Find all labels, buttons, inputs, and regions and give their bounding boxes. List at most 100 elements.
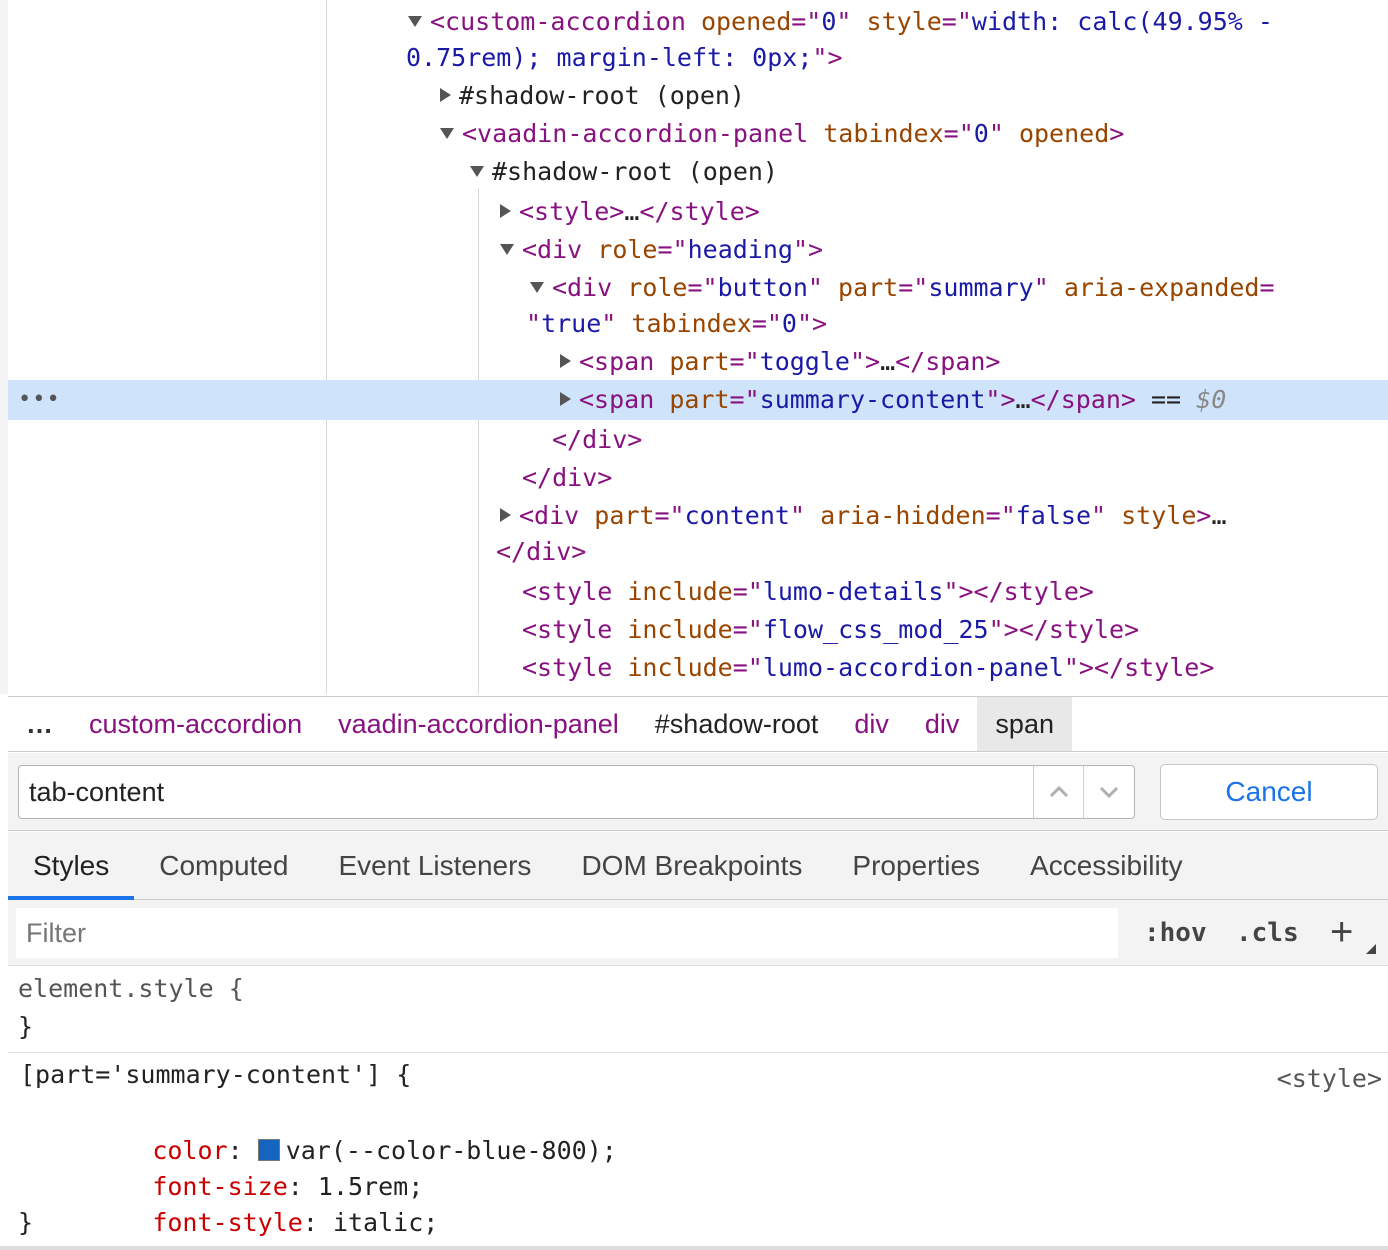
dom-token: <style: [522, 653, 628, 682]
element-style-rule[interactable]: element.style { }: [8, 967, 1388, 1053]
breadcrumb-span[interactable]: span: [977, 697, 1072, 751]
sidebar-tabs: Styles Computed Event Listeners DOM Brea…: [8, 832, 1388, 900]
dom-node-line[interactable]: </div>: [8, 460, 1388, 498]
search-input[interactable]: tab-content: [18, 765, 1135, 819]
expand-triangle-down-icon[interactable]: [500, 243, 514, 255]
dom-token: part: [838, 273, 899, 302]
dom-node-line[interactable]: </div>: [8, 534, 1388, 572]
dom-token: =": [729, 347, 760, 376]
new-style-rule-menu-icon[interactable]: [1366, 944, 1376, 954]
tab-dom-breakpoints[interactable]: DOM Breakpoints: [556, 832, 827, 899]
dom-node-line[interactable]: <custom-accordion opened="0" style="widt…: [8, 4, 1388, 42]
dom-token: #shadow-root (open): [492, 157, 778, 186]
dom-token: </span>: [895, 347, 1001, 376]
dom-node-line[interactable]: #shadow-root (open): [8, 78, 1388, 116]
dom-token: ==: [1135, 385, 1197, 414]
tab-event-listeners[interactable]: Event Listeners: [313, 832, 556, 899]
elements-dom-tree[interactable]: <custom-accordion opened="0" style="widt…: [0, 0, 1388, 694]
tab-accessibility[interactable]: Accessibility: [1005, 832, 1207, 899]
dom-node-line[interactable]: <vaadin-accordion-panel tabindex="0" ope…: [8, 116, 1388, 154]
rule-source-link[interactable]: <style>: [1277, 1061, 1382, 1097]
dom-token: <span: [579, 385, 670, 414]
expand-triangle-right-icon[interactable]: [560, 354, 571, 368]
dom-token: toggle: [759, 347, 850, 376]
search-prev-button[interactable]: [1033, 766, 1083, 818]
declaration-font-style-value[interactable]: italic;: [333, 1208, 438, 1237]
dom-node-line[interactable]: </div>: [8, 422, 1388, 460]
dom-node-line[interactable]: <div part="content" aria-hidden="false" …: [8, 498, 1388, 536]
dom-node-line[interactable]: 0.75rem); margin-left: 0px;">: [8, 40, 1388, 78]
dom-node-line[interactable]: <div role="button" part="summary" aria-e…: [8, 270, 1388, 308]
dom-node-line[interactable]: "true" tabindex="0">: [8, 306, 1388, 344]
dom-node-line[interactable]: <div role="heading">: [8, 232, 1388, 270]
tab-computed[interactable]: Computed: [134, 832, 313, 899]
dom-token: =": [729, 385, 760, 414]
rule-selector[interactable]: [part='summary-content'] {: [20, 1057, 411, 1093]
dom-token: aria-hidden: [820, 501, 986, 530]
dom-token: heading: [687, 235, 793, 264]
expand-triangle-down-icon[interactable]: [440, 127, 454, 139]
dom-token: "></style>: [943, 577, 1094, 606]
dom-token: <div: [519, 501, 595, 530]
cancel-button[interactable]: Cancel: [1160, 764, 1378, 820]
expand-triangle-down-icon[interactable]: [408, 15, 422, 27]
dom-token: include: [627, 615, 733, 644]
breadcrumb-shadow-root[interactable]: #shadow-root: [637, 697, 837, 751]
search-next-button[interactable]: [1083, 766, 1133, 818]
dom-node-line[interactable]: <span part="toggle">…</span>: [8, 344, 1388, 382]
rule-close: }: [18, 1208, 34, 1237]
dom-token: </span>: [1030, 385, 1136, 414]
dom-token: <style>: [519, 197, 625, 226]
dom-token: "></style>: [1063, 653, 1215, 682]
breadcrumb-custom-accordion[interactable]: custom-accordion: [71, 697, 320, 751]
breadcrumb-div-button[interactable]: div: [907, 697, 978, 751]
dom-token: width: calc(49.95% -: [971, 7, 1273, 36]
dom-token: include: [627, 577, 733, 606]
dom-token: "></style>: [988, 615, 1140, 644]
dom-node-selected[interactable]: ••• <span part="summary-content">…</span>…: [8, 380, 1388, 420]
summary-content-rule[interactable]: [part='summary-content'] { color: var(--…: [8, 1055, 1388, 1250]
dom-node-line[interactable]: #shadow-root (open): [8, 154, 1388, 192]
expand-triangle-right-icon[interactable]: [440, 88, 451, 102]
expand-triangle-right-icon[interactable]: [500, 508, 511, 522]
new-style-rule-button[interactable]: +: [1330, 900, 1353, 964]
dom-node-line[interactable]: <style include="lumo-details"></style>: [8, 574, 1388, 612]
declaration-font-style-property[interactable]: font-style: [152, 1208, 303, 1237]
element-style-close: }: [18, 1012, 34, 1041]
dom-node-line[interactable]: <style include="lumo-accordion-panel"></…: [8, 650, 1388, 688]
dom-token: false: [1015, 501, 1092, 530]
dom-token: …: [1015, 385, 1031, 414]
node-actions-ellipsis-icon[interactable]: •••: [18, 380, 61, 420]
dom-token: =": [732, 653, 763, 682]
filter-placeholder: Filter: [26, 918, 86, 948]
cls-toggle-button[interactable]: .cls: [1236, 900, 1299, 966]
dom-token: ": [988, 119, 1019, 148]
hov-toggle-button[interactable]: :hov: [1144, 900, 1207, 966]
dom-token: =": [791, 7, 822, 36]
dom-token: ">: [792, 235, 824, 264]
expand-triangle-right-icon[interactable]: [560, 392, 571, 406]
dom-token: </style>: [639, 197, 760, 226]
dom-token: =": [985, 501, 1016, 530]
tab-styles[interactable]: Styles: [8, 832, 135, 900]
breadcrumb-vaadin-accordion-panel[interactable]: vaadin-accordion-panel: [320, 697, 637, 751]
dom-token: role: [627, 273, 688, 302]
declaration-font-style[interactable]: font-style: italic;: [62, 1169, 438, 1250]
pane-bottom-border: [0, 1246, 1388, 1250]
dom-token: <div: [522, 235, 598, 264]
expand-triangle-down-icon[interactable]: [470, 165, 484, 177]
breadcrumb-div-heading[interactable]: div: [836, 697, 907, 751]
dom-token: lumo-details: [762, 577, 944, 606]
dom-token: =": [654, 501, 685, 530]
filter-input[interactable]: Filter: [16, 908, 1118, 958]
dom-node-line[interactable]: <style include="flow_css_mod_25"></style…: [8, 612, 1388, 650]
dom-token: </div>: [496, 537, 587, 566]
dom-token: …: [624, 197, 640, 226]
breadcrumb-ellipsis[interactable]: …: [8, 697, 71, 751]
dom-token: part: [669, 347, 730, 376]
dom-node-line[interactable]: <style>…</style>: [8, 194, 1388, 232]
tab-properties[interactable]: Properties: [827, 832, 1005, 899]
expand-triangle-down-icon[interactable]: [530, 281, 544, 293]
dom-token: ">: [985, 385, 1016, 414]
expand-triangle-right-icon[interactable]: [500, 204, 511, 218]
